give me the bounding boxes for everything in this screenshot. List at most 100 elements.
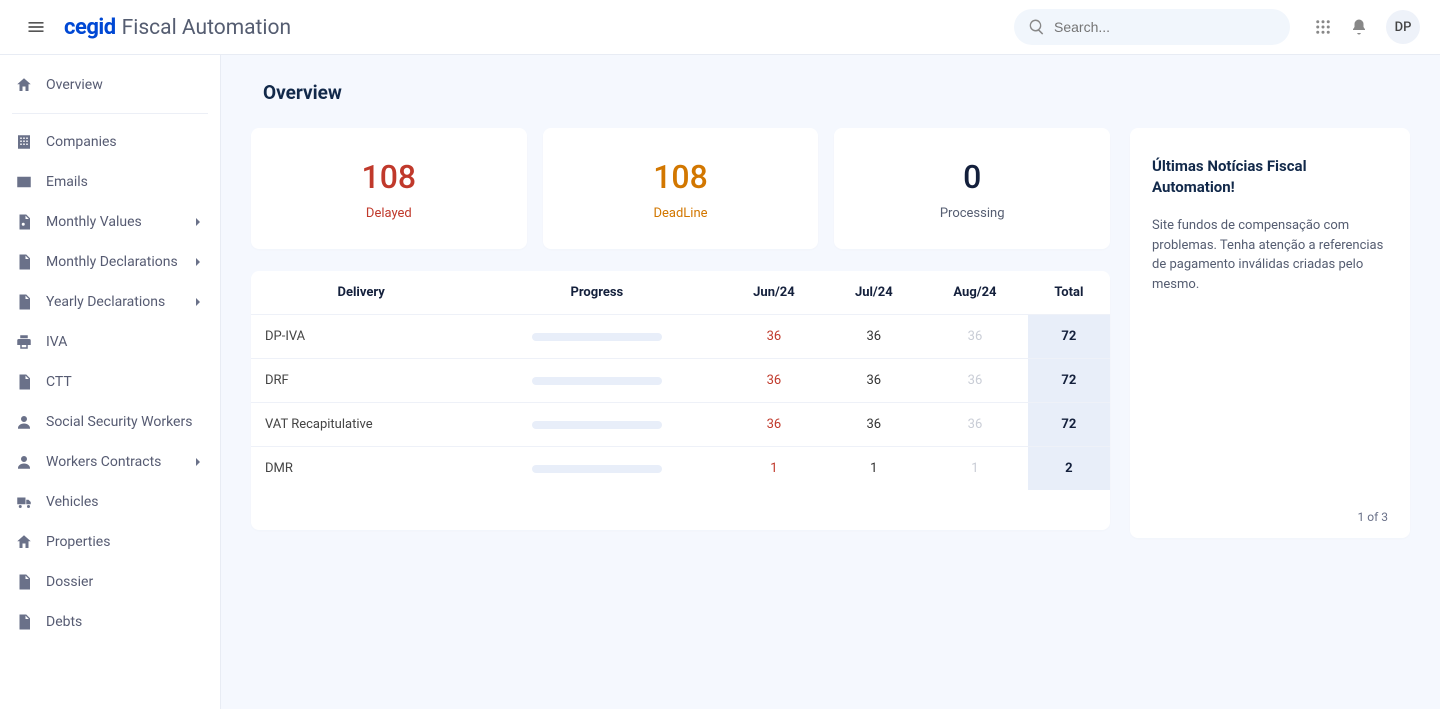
app-title: Fiscal Automation [122,16,291,40]
print-icon [14,332,34,352]
table-footer [251,490,1110,530]
sidebar-item-label: Dossier [46,574,93,590]
cell-month3: 36 [922,315,1028,359]
stat-value: 108 [261,158,517,196]
sidebar-item-label: CTT [46,374,72,390]
news-card: Últimas Notícias Fiscal Automation! Site… [1130,128,1410,538]
sidebar-item-label: Monthly Values [46,214,142,230]
notifications-button[interactable] [1350,18,1368,36]
news-title: Últimas Notícias Fiscal Automation! [1152,156,1388,198]
sidebar-item-properties[interactable]: Properties [0,522,220,562]
stat-card-processing[interactable]: 0Processing [834,128,1110,249]
sidebar-item-emails[interactable]: Emails [0,162,220,202]
table-header: Delivery [251,271,471,315]
cell-month3: 36 [922,359,1028,403]
grid-icon [1314,18,1332,36]
sidebar-item-debts[interactable]: Debts [0,602,220,642]
sidebar-item-label: Social Security Workers [46,414,192,430]
sidebar-item-monthly-declarations[interactable]: Monthly Declarations [0,242,220,282]
table-header: Aug/24 [922,271,1028,315]
cell-total: 72 [1028,359,1110,403]
sidebar-item-label: Emails [46,174,88,190]
cell-total: 72 [1028,403,1110,447]
table-header: Jun/24 [722,271,825,315]
sidebar-item-dossier[interactable]: Dossier [0,562,220,602]
sidebar-item-label: Monthly Declarations [46,254,178,270]
bell-icon [1350,18,1368,36]
table-row[interactable]: VAT Recapitulative36363672 [251,403,1110,447]
page-title: Overview [263,81,1410,104]
cell-progress [471,403,722,447]
table-header: Total [1028,271,1110,315]
cell-total: 2 [1028,447,1110,491]
stat-label: DeadLine [553,206,809,221]
table-row[interactable]: DRF36363672 [251,359,1110,403]
stat-card-deadline[interactable]: 108DeadLine [543,128,819,249]
news-pager[interactable]: 1 of 3 [1152,510,1388,524]
building-icon [14,132,34,152]
main-content: Overview 108 Delayed 108DeadLine0Processin… [221,55,1440,709]
stat-card-delayed[interactable]: 108 Delayed [251,128,527,249]
table-row[interactable]: DP-IVA36363672 [251,315,1110,359]
chevron-right-icon [190,454,206,470]
cell-month3: 36 [922,403,1028,447]
sidebar-item-workers-contracts[interactable]: Workers Contracts [0,442,220,482]
sidebar-item-overview[interactable]: Overview [0,65,220,105]
sidebar-item-ctt[interactable]: CTT [0,362,220,402]
doc-icon [14,252,34,272]
doc-icon [14,372,34,392]
cell-delivery: VAT Recapitulative [251,403,471,447]
stat-label: Processing [844,206,1100,221]
news-body: Site fundos de compensação com problemas… [1152,216,1388,510]
sidebar-item-iva[interactable]: IVA [0,322,220,362]
chevron-right-icon [190,214,206,230]
search-icon [1028,18,1046,36]
doc-config-icon [14,212,34,232]
cell-month2: 36 [825,359,922,403]
table-header: Jul/24 [825,271,922,315]
header-icons: DP [1314,10,1420,44]
person-icon [14,412,34,432]
cell-delivery: DMR [251,447,471,491]
avatar-initials: DP [1395,20,1412,35]
sidebar-item-monthly-values[interactable]: Monthly Values [0,202,220,242]
sidebar-item-vehicles[interactable]: Vehicles [0,482,220,522]
menu-toggle-button[interactable] [20,11,52,43]
search-box[interactable] [1014,9,1290,45]
progress-bar [532,333,662,341]
cell-delivery: DP-IVA [251,315,471,359]
sidebar-item-label: Yearly Declarations [46,294,165,310]
cell-month3: 1 [922,447,1028,491]
person-icon [14,452,34,472]
stat-label: Delayed [261,206,517,221]
truck-icon [14,492,34,512]
mail-icon [14,172,34,192]
table-row[interactable]: DMR1112 [251,447,1110,491]
logo-wrap: cegid Fiscal Automation [64,15,291,40]
sidebar-item-yearly-declarations[interactable]: Yearly Declarations [0,282,220,322]
cell-total: 72 [1028,315,1110,359]
sidebar-item-social-security-workers[interactable]: Social Security Workers [0,402,220,442]
cell-month2: 1 [825,447,922,491]
user-avatar[interactable]: DP [1386,10,1420,44]
sidebar-item-label: Debts [46,614,82,630]
header: cegid Fiscal Automation DP [0,0,1440,55]
sidebar-item-label: IVA [46,334,67,350]
progress-bar [532,421,662,429]
stats-row: 108 Delayed 108DeadLine0Processing [251,128,1110,249]
delivery-table-card: DeliveryProgressJun/24Jul/24Aug/24Total … [251,271,1110,530]
cell-month1: 36 [722,315,825,359]
cell-progress [471,315,722,359]
chevron-right-icon [190,254,206,270]
apps-button[interactable] [1314,18,1332,36]
sidebar-item-label: Properties [46,534,110,550]
sidebar-item-companies[interactable]: Companies [0,122,220,162]
cell-month1: 1 [722,447,825,491]
sidebar-item-label: Companies [46,134,117,150]
table-header: Progress [471,271,722,315]
sidebar-item-label: Vehicles [46,494,99,510]
progress-bar [532,465,662,473]
search-input[interactable] [1054,19,1276,35]
sidebar-divider [12,113,208,114]
cell-delivery: DRF [251,359,471,403]
